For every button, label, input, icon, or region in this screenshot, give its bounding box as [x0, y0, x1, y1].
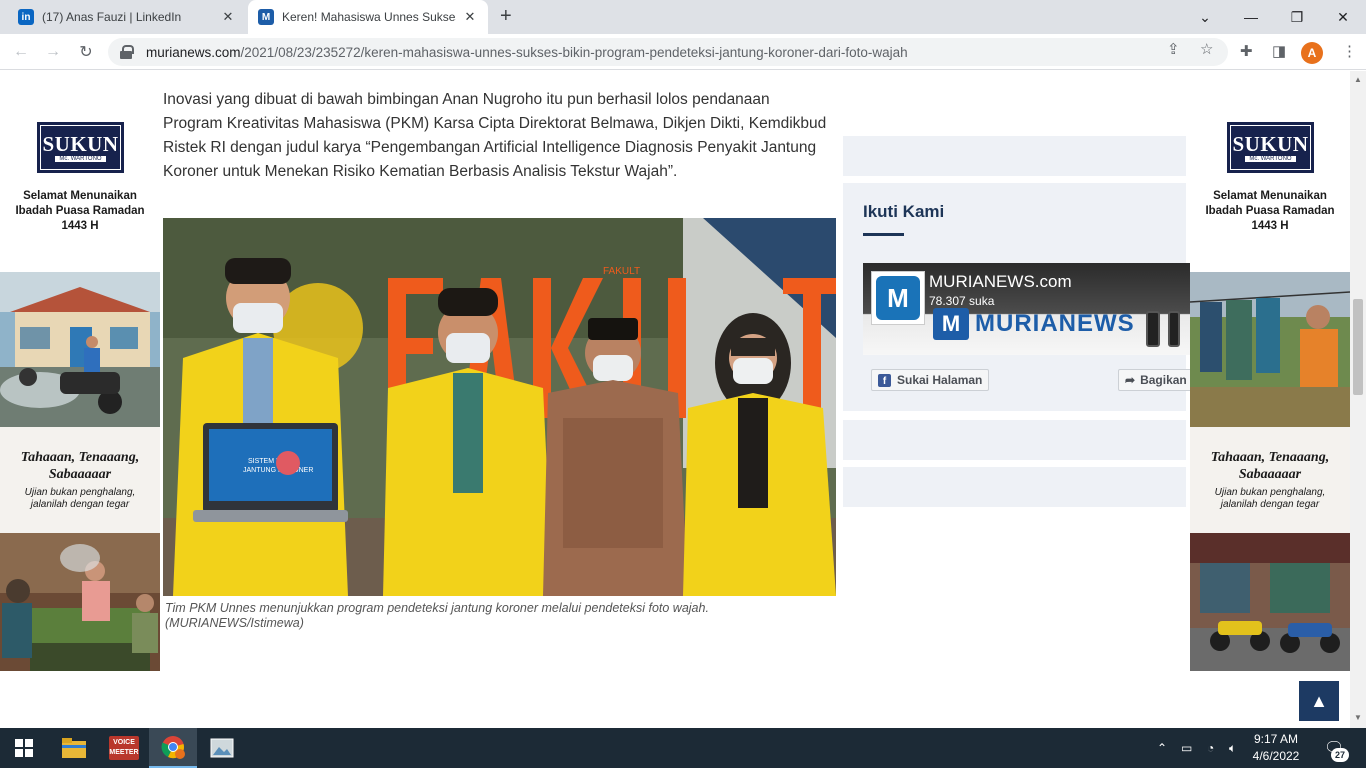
- sukun-logo: SUKUN Mc. WARTONO: [37, 122, 124, 173]
- new-tab-button[interactable]: +: [500, 6, 512, 26]
- phone-graphic: [1168, 311, 1180, 347]
- close-tab-icon[interactable]: ✕: [462, 9, 478, 25]
- page-viewport: SUKUN Mc. WARTONO Selamat Menunaikan Iba…: [0, 71, 1350, 728]
- photo-caption: Tim PKM Unnes menunjukkan program pendet…: [165, 601, 709, 630]
- tab-title: (17) Anas Fauzi | LinkedIn: [42, 10, 182, 24]
- sidebar-widget-empty: [843, 420, 1186, 460]
- sukun-logo: SUKUN Mc. WARTONO: [1227, 122, 1314, 173]
- arrow-up-icon: ▲: [1310, 690, 1328, 711]
- extensions-icon[interactable]: ✚: [1240, 42, 1253, 60]
- ad-flood-scene-image: [0, 272, 160, 427]
- folder-icon: [62, 738, 86, 758]
- share-arrow-icon: ➦: [1125, 373, 1136, 387]
- left-side-ad[interactable]: SUKUN Mc. WARTONO Selamat Menunaikan Iba…: [0, 71, 160, 671]
- show-hidden-icons-button[interactable]: ⌃: [1157, 728, 1167, 768]
- scroll-up-arrow-icon[interactable]: ▲: [1354, 75, 1362, 84]
- ad-motorbike-scene-image: [1190, 533, 1350, 671]
- ad-tagline: Tahaaan, Tenaaang, Sabaaaaar: [20, 450, 140, 482]
- page-scrollbar[interactable]: ▲ ▼: [1350, 71, 1366, 728]
- lock-icon: [120, 45, 134, 59]
- cover-brand-logo: M MURIANEWS: [933, 308, 1135, 340]
- ad-tagline-panel: Tahaaan, Tenaaang, Sabaaaaar Ujian bukan…: [1190, 427, 1350, 533]
- tab-search-icon[interactable]: ⌄: [1182, 0, 1228, 34]
- windows-taskbar: VOICE MEETER ⌃ ▭ ◔ 🔈︎ 9:17 AM 4/6/2022 🗨…: [0, 728, 1366, 768]
- tab-murianews[interactable]: M Keren! Mahasiswa Unnes Sukses ✕: [248, 0, 488, 34]
- tab-linkedin[interactable]: in (17) Anas Fauzi | LinkedIn ✕: [8, 0, 246, 34]
- chrome-icon: [161, 736, 185, 759]
- file-explorer-button[interactable]: [50, 728, 98, 768]
- back-to-top-button[interactable]: ▲: [1299, 681, 1339, 721]
- wifi-icon[interactable]: ◔: [1207, 728, 1214, 768]
- side-panel-icon[interactable]: ◨: [1272, 42, 1286, 60]
- facebook-page-plugin[interactable]: M MURIANEWS M MURIANEWS.com 78.307 suka …: [863, 263, 1190, 393]
- battery-icon[interactable]: ▭: [1181, 728, 1192, 768]
- ad-subtagline: Ujian bukan penghalang, jalanilah dengan…: [1214, 487, 1326, 510]
- share-page-button[interactable]: ➦ Bagikan: [1118, 369, 1190, 391]
- ad-subtagline: Ujian bukan penghalang, jalanilah dengan…: [24, 487, 136, 510]
- murianews-icon: M: [258, 9, 274, 25]
- ad-laundry-scene-image: [1190, 272, 1350, 427]
- windows-logo-icon: [15, 739, 33, 757]
- facebook-like-count: 78.307 suka: [929, 294, 995, 308]
- murianews-page-thumbnail[interactable]: M: [871, 271, 925, 325]
- photos-app-button[interactable]: [198, 728, 246, 768]
- profile-avatar[interactable]: A: [1301, 42, 1323, 64]
- voicemeeter-icon: VOICE MEETER: [109, 736, 139, 760]
- minimize-button[interactable]: —: [1228, 0, 1274, 34]
- url-path: /2021/08/23/235272/keren-mahasiswa-unnes…: [240, 44, 908, 60]
- close-window-button[interactable]: ✕: [1320, 0, 1366, 34]
- scroll-down-arrow-icon[interactable]: ▼: [1354, 713, 1362, 722]
- close-tab-icon[interactable]: ✕: [220, 9, 236, 25]
- notification-count-badge: 27: [1331, 748, 1349, 762]
- restore-button[interactable]: ❐: [1274, 0, 1320, 34]
- start-button[interactable]: [0, 728, 48, 768]
- bookmark-star-icon[interactable]: ☆: [1200, 40, 1213, 58]
- facebook-icon: f: [878, 373, 891, 387]
- reload-button[interactable]: ↻: [75, 41, 97, 63]
- linkedin-icon: in: [18, 9, 34, 25]
- ad-greeting: Selamat Menunaikan Ibadah Puasa Ramadan …: [1205, 190, 1335, 232]
- ad-family-scene-image: [0, 533, 160, 671]
- back-button[interactable]: ←: [10, 41, 32, 63]
- browser-toolbar: ← → ↻ murianews.com/2021/08/23/235272/ke…: [0, 34, 1366, 70]
- chrome-button[interactable]: [149, 728, 197, 768]
- scrollbar-thumb[interactable]: [1353, 299, 1363, 395]
- follow-title-underline: [863, 233, 904, 236]
- forward-button[interactable]: →: [42, 41, 64, 63]
- share-icon[interactable]: ⇪: [1167, 40, 1180, 58]
- sidebar-widget-empty: [843, 136, 1186, 176]
- facebook-page-name[interactable]: MURIANEWS.com: [929, 272, 1072, 292]
- menu-icon[interactable]: ⋮: [1342, 42, 1357, 60]
- ad-tagline: Tahaaan, Tenaaang, Sabaaaaar: [1210, 450, 1330, 482]
- photos-icon: [210, 738, 234, 758]
- tab-title: Keren! Mahasiswa Unnes Sukses: [282, 10, 456, 24]
- ad-greeting: Selamat Menunaikan Ibadah Puasa Ramadan …: [15, 190, 145, 232]
- phone-graphic: [1146, 311, 1160, 347]
- volume-icon[interactable]: 🔈︎: [1229, 728, 1236, 768]
- tab-strip: in (17) Anas Fauzi | LinkedIn ✕ M Keren!…: [0, 0, 1366, 34]
- article-paragraph: Inovasi yang dibuat di bawah bimbingan A…: [163, 91, 827, 180]
- article-photo: FAKULT SISTEM PAKAR JANTUNG KORONER: [163, 218, 836, 596]
- ad-tagline-panel: Tahaaan, Tenaaang, Sabaaaaar Ujian bukan…: [0, 427, 160, 533]
- address-bar[interactable]: murianews.com/2021/08/23/235272/keren-ma…: [108, 38, 1228, 66]
- follow-title: Ikuti Kami: [863, 202, 945, 221]
- photo-sign-text: FAKULT: [603, 266, 640, 277]
- sidebar-widget-empty: [843, 467, 1186, 507]
- voicemeeter-button[interactable]: VOICE MEETER: [100, 728, 148, 768]
- like-page-button[interactable]: f Sukai Halaman: [871, 369, 990, 391]
- right-side-ad[interactable]: SUKUN Mc. WARTONO Selamat Menunaikan Iba…: [1190, 71, 1350, 671]
- url-host: murianews.com: [146, 44, 241, 60]
- system-clock[interactable]: 9:17 AM 4/6/2022: [1246, 731, 1306, 765]
